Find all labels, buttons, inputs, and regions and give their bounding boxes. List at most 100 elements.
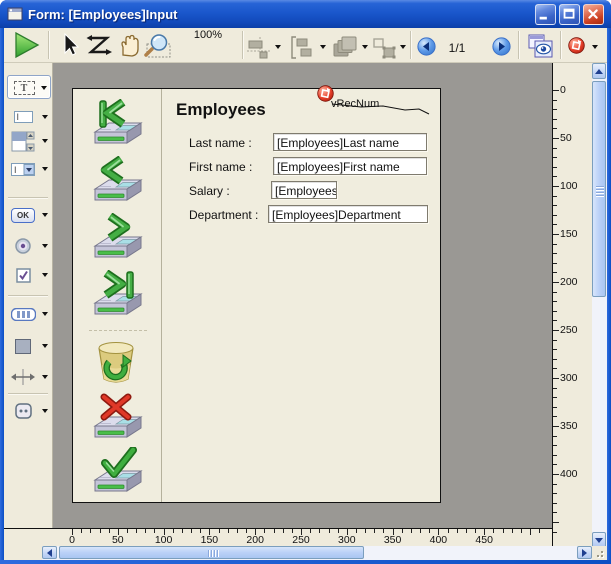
palette-separator: [8, 197, 48, 199]
align-menu-icon[interactable]: [247, 37, 271, 59]
bottom-left-strip: [4, 546, 42, 560]
nav-separator-dashed: [89, 330, 147, 331]
field-label[interactable]: Department :: [189, 208, 258, 222]
design-workspace: Employees vRecNum Last name : [Employees…: [53, 63, 552, 528]
scroll-right-icon[interactable]: [577, 546, 592, 559]
vruler-label: 300: [560, 372, 578, 384]
distribute-menu-icon[interactable]: [290, 36, 316, 60]
palette-tool-radio-button[interactable]: [7, 234, 51, 258]
object-method-badge-icon[interactable]: [317, 85, 334, 102]
form-page[interactable]: Employees vRecNum Last name : [Employees…: [72, 85, 441, 503]
splitter-tool-icon: [11, 369, 35, 385]
validate-record-button[interactable]: [92, 447, 144, 494]
palette-tool-picture-button[interactable]: [7, 399, 51, 423]
field-input[interactable]: [Employees]Last name: [273, 133, 427, 151]
horizontal-scroll-thumb[interactable]: [59, 546, 364, 559]
maximize-button[interactable]: [559, 4, 580, 25]
hruler-label: 350: [383, 534, 402, 546]
form-editor-window: Form: [Employees]Input 100% 1/1 T I I OK…: [0, 0, 611, 564]
minimize-button[interactable]: [535, 4, 556, 25]
align-menu-arrow-icon[interactable]: [275, 45, 281, 49]
palette-tool-radio-button-arrow-icon[interactable]: [42, 244, 48, 248]
preview-button[interactable]: [528, 34, 554, 59]
zoom-tool-icon[interactable]: [142, 32, 174, 59]
previous-page-button[interactable]: [417, 37, 436, 56]
record-number-variable[interactable]: vRecNum: [331, 98, 379, 110]
scroll-up-icon[interactable]: [592, 63, 606, 79]
field-input[interactable]: [Employees]Department: [268, 205, 428, 223]
vruler-label: 100: [560, 180, 578, 192]
palette-tool-button[interactable]: OK: [7, 203, 51, 227]
radio-button-tool-icon: [15, 238, 31, 254]
field-input[interactable]: [Employees]First name: [273, 157, 427, 175]
next-page-button[interactable]: [492, 37, 511, 56]
close-icon[interactable]: [583, 4, 604, 25]
resize-menu-arrow-icon[interactable]: [400, 45, 406, 49]
titlebar: Form: [Employees]Input: [0, 0, 611, 28]
zoom-level-label: 100%: [193, 29, 223, 41]
resize-menu-icon[interactable]: [372, 37, 398, 59]
window-title: Form: [Employees]Input: [28, 6, 178, 22]
form-title-text[interactable]: Employees: [176, 100, 266, 120]
palette-tool-combo-box[interactable]: I: [7, 157, 51, 181]
hruler-label: 200: [246, 534, 264, 546]
scroll-left-icon[interactable]: [42, 546, 57, 559]
entry-order-tool-icon[interactable]: [86, 34, 114, 58]
palette-tool-splitter[interactable]: [7, 365, 51, 389]
palette-tool-rectangle-arrow-icon[interactable]: [42, 344, 48, 348]
field-label[interactable]: Last name :: [189, 136, 252, 150]
palette-tool-input[interactable]: I: [7, 105, 51, 129]
previous-record-button[interactable]: [92, 156, 144, 203]
palette-tool-checkbox-arrow-icon[interactable]: [42, 273, 48, 277]
window-border-left: [0, 28, 4, 564]
cancel-record-button[interactable]: [92, 393, 144, 440]
palette-tool-combo-box-arrow-icon[interactable]: [42, 167, 48, 171]
last-record-button[interactable]: [92, 270, 144, 317]
palette-tool-list-box-arrow-icon[interactable]: [42, 139, 48, 143]
palette-tool-input-arrow-icon[interactable]: [42, 115, 48, 119]
layers-menu-icon[interactable]: [332, 36, 358, 60]
button-grid-tool-icon: [10, 307, 36, 321]
badges-menu-icon[interactable]: [568, 37, 585, 54]
palette-tool-button-grid-arrow-icon[interactable]: [42, 312, 48, 316]
svg-text:I: I: [14, 165, 17, 175]
palette-tool-list-box[interactable]: [7, 129, 51, 153]
layers-menu-arrow-icon[interactable]: [362, 45, 368, 49]
resize-grip[interactable]: [592, 546, 607, 560]
horizontal-scrollbar[interactable]: [42, 546, 592, 560]
toolbar-separator: [560, 31, 562, 59]
selection-tool-icon[interactable]: [60, 32, 80, 57]
hruler-label: 400: [429, 534, 448, 546]
vertical-scroll-thumb[interactable]: [592, 81, 606, 297]
button-tool-icon: OK: [11, 207, 35, 223]
vruler-label: 200: [560, 276, 578, 288]
vertical-scrollbar[interactable]: [592, 63, 607, 548]
palette-tool-checkbox[interactable]: [7, 263, 51, 287]
hruler-label: 300: [338, 534, 356, 546]
badges-menu-arrow-icon[interactable]: [592, 45, 598, 49]
checkbox-tool-icon: [15, 267, 31, 283]
palette-tool-button-arrow-icon[interactable]: [42, 213, 48, 217]
delete-record-button[interactable]: [92, 339, 144, 386]
palette-tool-picture-button-arrow-icon[interactable]: [42, 409, 48, 413]
palette-tool-rectangle[interactable]: [7, 334, 51, 358]
toolbar: 100% 1/1: [4, 28, 607, 90]
vertical-ruler: 0 50 100 150 200 250 300 350 400: [552, 63, 592, 546]
toolbar-separator: [48, 31, 50, 59]
distribute-menu-arrow-icon[interactable]: [320, 45, 326, 49]
vruler-label: 250: [560, 324, 578, 336]
palette-tool-text[interactable]: T: [7, 75, 51, 99]
field-label[interactable]: Salary :: [189, 184, 230, 198]
field-label[interactable]: First name :: [189, 160, 252, 174]
palette-tool-text-arrow-icon[interactable]: [41, 86, 47, 90]
palette-tool-splitter-arrow-icon[interactable]: [42, 375, 48, 379]
field-input[interactable]: [Employees: [271, 181, 337, 199]
next-record-button[interactable]: [92, 213, 144, 260]
move-hand-tool-icon[interactable]: [116, 33, 142, 58]
vruler-label: 50: [560, 132, 572, 144]
palette-tool-button-grid[interactable]: [7, 302, 51, 326]
execute-form-button[interactable]: [14, 32, 40, 59]
first-record-button[interactable]: [92, 99, 144, 146]
form-column-divider: [161, 89, 162, 502]
hruler-label: 0: [69, 534, 75, 546]
